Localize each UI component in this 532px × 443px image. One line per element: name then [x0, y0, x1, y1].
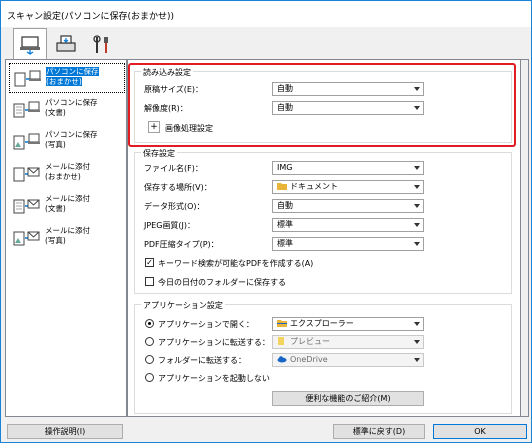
- open-app-value: エクスプローラー: [290, 319, 354, 328]
- onedrive-icon: [277, 356, 287, 363]
- pdf-compression-select[interactable]: 標準: [272, 237, 424, 251]
- keyword-pdf-checkbox[interactable]: ✓: [145, 258, 154, 267]
- chevron-down-icon: [414, 185, 420, 189]
- sidebar-item-pc-document[interactable]: パソコンに保存 (文書): [9, 95, 125, 125]
- send-app-label: アプリケーションに転送する：: [158, 338, 270, 347]
- pdf-compression-label: PDF圧縮タイプ(P)：: [144, 240, 219, 249]
- settings-window: スキャン設定(パソコンに保存(おまかせ)) パソコンに保存 (おまかせ) パソコ…: [0, 0, 532, 443]
- chevron-down-icon: [414, 340, 420, 344]
- no-app-radio[interactable]: [145, 373, 154, 382]
- send-app-radio[interactable]: [145, 337, 154, 346]
- chevron-down-icon: [414, 358, 420, 362]
- file-name-select[interactable]: IMG: [272, 161, 424, 175]
- attach-to-email-icon: [13, 231, 40, 246]
- chevron-down-icon: [414, 223, 420, 227]
- send-app-value: プレビュー: [290, 337, 330, 346]
- chevron-down-icon: [414, 242, 420, 246]
- sidebar-item-mail-document[interactable]: メールに添付 (文書): [9, 191, 125, 221]
- save-in-label: 保存する場所(V)：: [144, 183, 212, 192]
- send-folder-radio[interactable]: [145, 355, 154, 364]
- sidebar-item-label: メールに添付 (写真): [45, 226, 90, 245]
- sidebar-item-mail-photo[interactable]: メールに添付 (写真): [9, 223, 125, 253]
- data-format-label: データ形式(O)：: [144, 202, 205, 211]
- file-name-value: IMG: [277, 163, 293, 172]
- restore-defaults-button[interactable]: 標準に戻す(D): [333, 424, 425, 439]
- documents-folder-icon: [277, 183, 287, 190]
- sidebar-item-label: メールに添付 (文書): [45, 194, 90, 213]
- jpeg-quality-label: JPEG画質(J)：: [144, 221, 196, 230]
- attach-to-email-icon: [13, 199, 40, 214]
- sidebar-item-label: パソコンに保存 (文書): [45, 98, 98, 117]
- scan-to-pc-tab[interactable]: [13, 28, 47, 61]
- sidebar-item-label: メールに添付 (おまかせ): [45, 162, 90, 181]
- open-app-label: アプリケーションで開く：: [158, 320, 254, 329]
- send-app-select[interactable]: プレビュー: [272, 335, 424, 349]
- more-functions-button[interactable]: 便利な機能のご紹介(M): [272, 391, 424, 406]
- instructions-button[interactable]: 操作説明(I): [7, 424, 123, 439]
- scan-from-panel-tab[interactable]: [49, 28, 83, 61]
- toolbar: [5, 28, 529, 61]
- chevron-down-icon: [414, 204, 420, 208]
- jpeg-quality-select[interactable]: 標準: [272, 218, 424, 232]
- highlight-box: [128, 63, 516, 147]
- date-folder-checkbox[interactable]: [145, 277, 154, 286]
- data-format-value: 自動: [277, 201, 293, 210]
- window-title: スキャン設定(パソコンに保存(おまかせ)): [7, 12, 175, 22]
- general-settings-icon: [93, 34, 108, 53]
- open-app-radio[interactable]: [145, 319, 154, 328]
- chevron-down-icon: [414, 322, 420, 326]
- save-to-pc-icon: [14, 70, 41, 87]
- file-name-label: ファイル名(F)：: [144, 164, 203, 173]
- scan-mode-list: パソコンに保存 (おまかせ) パソコンに保存 (文書) パソコンに保存 (写真): [5, 59, 127, 417]
- scan-to-pc-icon: [20, 35, 40, 55]
- pdf-compression-value: 標準: [277, 239, 293, 248]
- send-folder-label: フォルダーに転送する：: [158, 356, 246, 365]
- save-to-pc-icon: [13, 133, 40, 150]
- date-folder-label: 今日の日付のフォルダーに保存する: [158, 278, 286, 287]
- save-settings-title: 保存設定: [141, 148, 177, 159]
- sidebar-item-mail-auto[interactable]: メールに添付 (おまかせ): [9, 159, 125, 189]
- save-in-select[interactable]: ドキュメント: [272, 180, 424, 194]
- chevron-down-icon: [414, 166, 420, 170]
- ok-button[interactable]: OK: [433, 424, 527, 439]
- title-bar: スキャン設定(パソコンに保存(おまかせ)): [1, 1, 531, 27]
- sidebar-item-pc-auto[interactable]: パソコンに保存 (おまかせ): [9, 63, 125, 93]
- open-app-select[interactable]: エクスプローラー: [272, 317, 424, 331]
- main-scrollbar[interactable]: [521, 59, 529, 417]
- attach-to-email-icon: [13, 167, 40, 182]
- no-app-label: アプリケーションを起動しない: [158, 374, 270, 383]
- keyword-pdf-label: キーワード検索が可能なPDFを作成する(A): [158, 259, 314, 268]
- explorer-icon: [277, 320, 287, 327]
- data-format-select[interactable]: 自動: [272, 199, 424, 213]
- app-settings-title: アプリケーション設定: [141, 300, 225, 311]
- save-in-value: ドキュメント: [290, 182, 338, 191]
- send-folder-select[interactable]: OneDrive: [272, 353, 424, 367]
- send-folder-value: OneDrive: [290, 355, 328, 364]
- sidebar-item-label: パソコンに保存 (おまかせ): [46, 67, 99, 86]
- sidebar-item-pc-photo[interactable]: パソコンに保存 (写真): [9, 127, 125, 157]
- sidebar-item-label: パソコンに保存 (写真): [45, 130, 98, 149]
- jpeg-quality-value: 標準: [277, 220, 293, 229]
- general-settings-tab[interactable]: [85, 28, 119, 61]
- save-to-pc-icon: [13, 101, 40, 118]
- preview-icon: [278, 337, 284, 345]
- scan-from-panel-icon: [56, 34, 76, 52]
